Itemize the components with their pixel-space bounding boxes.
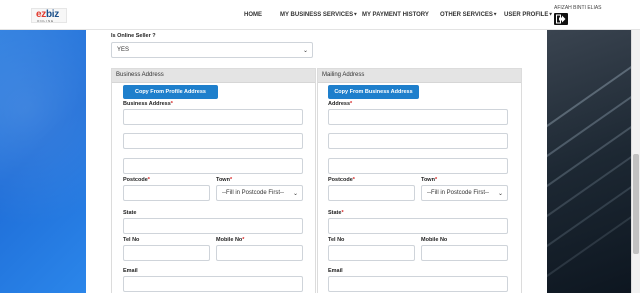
main-form-area: Is Online Seller ? YES ⌄ Business Addres…	[86, 30, 547, 293]
nav-user-profile[interactable]: USER PROFILE▾	[504, 11, 552, 19]
chevron-down-icon: ▾	[354, 11, 357, 18]
top-navbar: ezbiz ONLINE HOME MY BUSINESS SERVICES▾ …	[0, 0, 640, 30]
business-mobile-input[interactable]	[216, 245, 303, 261]
mailing-address-heading: Mailing Address	[318, 69, 521, 83]
mailing-tel-input[interactable]	[328, 245, 415, 261]
chevron-down-icon: ⌄	[497, 191, 503, 197]
chevron-down-icon: ⌄	[302, 48, 308, 54]
chevron-down-icon: ▾	[549, 11, 552, 18]
nav-my-business-services[interactable]: MY BUSINESS SERVICES▾	[280, 11, 357, 19]
business-address-line2-input[interactable]	[123, 133, 303, 149]
business-state-label: State	[123, 210, 137, 216]
mailing-address-line2-input[interactable]	[328, 133, 508, 149]
logout-button[interactable]	[554, 13, 568, 25]
mailing-address-line1-input[interactable]	[328, 109, 508, 125]
business-postcode-label: Postcode*	[123, 177, 150, 183]
mailing-email-input[interactable]	[328, 276, 508, 292]
mailing-postcode-input[interactable]	[328, 185, 415, 201]
business-tel-label: Tel No	[123, 237, 140, 243]
logo-subtext: ONLINE	[37, 19, 55, 23]
nav-other-services[interactable]: OTHER SERVICES▾	[440, 11, 497, 19]
business-town-label: Town*	[216, 177, 233, 183]
business-address-label: Business Address*	[123, 101, 173, 107]
business-email-label: Email	[123, 268, 138, 274]
copy-from-profile-address-button[interactable]: Copy From Profile Address	[123, 85, 218, 99]
business-town-select[interactable]: --Fill in Postcode First-- ⌄	[216, 185, 303, 201]
chevron-down-icon: ⌄	[292, 191, 298, 197]
ezbiz-logo[interactable]: ezbiz ONLINE	[31, 8, 67, 23]
left-background-image	[0, 30, 86, 293]
mailing-mobile-label: Mobile No	[421, 237, 448, 243]
business-address-heading: Business Address	[112, 69, 315, 83]
mailing-postcode-label: Postcode*	[328, 177, 355, 183]
business-address-panel: Business Address Copy From Profile Addre…	[111, 68, 316, 293]
nav-my-payment-history[interactable]: MY PAYMENT HISTORY	[362, 12, 429, 18]
online-seller-label: Is Online Seller ?	[111, 33, 156, 39]
nav-home[interactable]: HOME	[244, 12, 262, 18]
business-address-line1-input[interactable]	[123, 109, 303, 125]
right-background-image	[547, 30, 631, 293]
online-seller-select[interactable]: YES ⌄	[111, 42, 313, 58]
business-postcode-input[interactable]	[123, 185, 210, 201]
mailing-state-label: State*	[328, 210, 344, 216]
business-mobile-label: Mobile No*	[216, 237, 245, 243]
mailing-tel-label: Tel No	[328, 237, 345, 243]
mailing-address-line3-input[interactable]	[328, 158, 508, 174]
mailing-mobile-input[interactable]	[421, 245, 508, 261]
mailing-address-panel: Mailing Address Copy From Business Addre…	[317, 68, 522, 293]
copy-from-business-address-button[interactable]: Copy From Business Address	[328, 85, 419, 99]
scrollbar-thumb[interactable]	[633, 154, 639, 254]
mailing-town-select[interactable]: --Fill in Postcode First-- ⌄	[421, 185, 508, 201]
business-address-line3-input[interactable]	[123, 158, 303, 174]
mailing-state-input[interactable]	[328, 218, 508, 234]
mailing-address-label: Address*	[328, 101, 353, 107]
mailing-town-label: Town*	[421, 177, 438, 183]
chevron-down-icon: ▾	[493, 11, 497, 18]
business-email-input[interactable]	[123, 276, 303, 292]
business-tel-input[interactable]	[123, 245, 210, 261]
business-state-input[interactable]	[123, 218, 303, 234]
page-scrollbar[interactable]	[631, 30, 640, 293]
logout-icon	[556, 14, 566, 24]
mailing-email-label: Email	[328, 268, 343, 274]
user-name: AFIZAH BINTI ELIAS	[554, 5, 602, 11]
